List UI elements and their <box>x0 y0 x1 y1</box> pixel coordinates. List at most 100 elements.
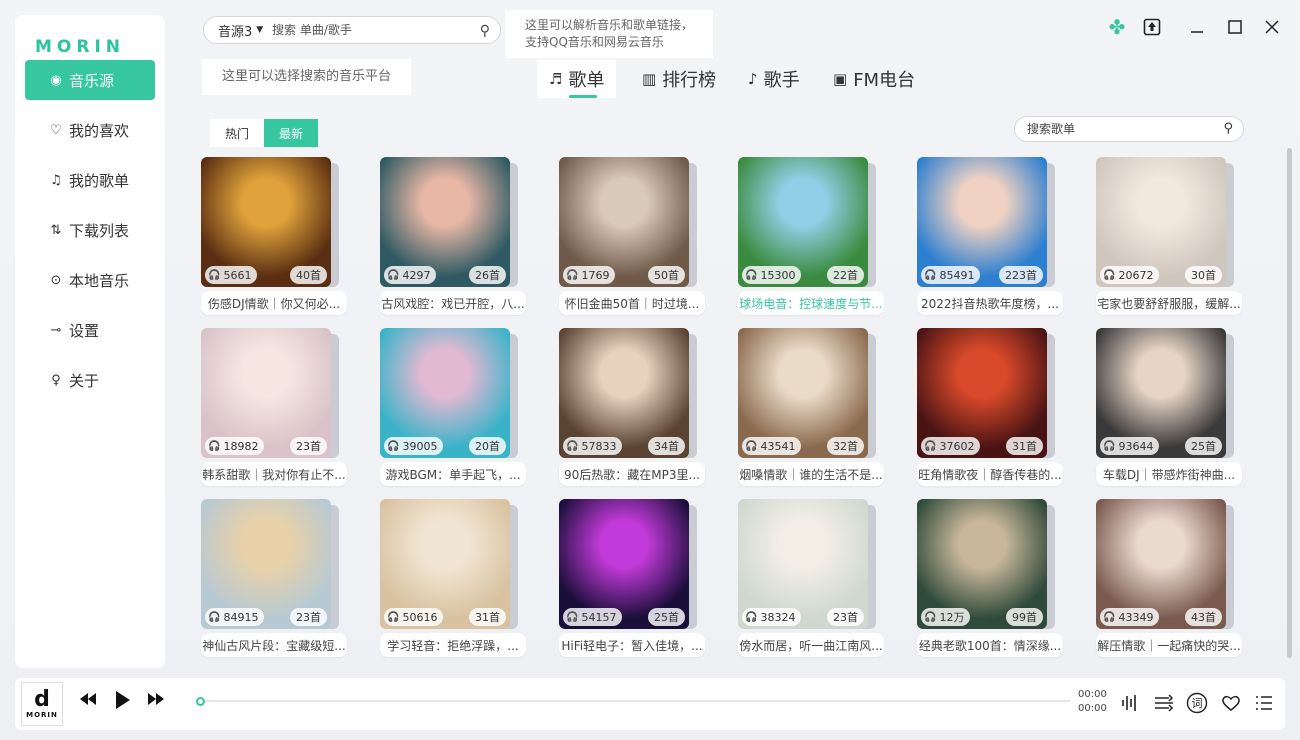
next-icon[interactable] <box>147 692 165 706</box>
playlist-cover[interactable]: 🎧 43541 32首 <box>738 328 868 458</box>
song-count-badge: 34首 <box>648 437 685 455</box>
playlist-title[interactable]: 2022抖音热歌年度榜，... <box>917 291 1063 315</box>
cover-wrap: 🎧 37602 31首 <box>917 328 1055 458</box>
playlist-cover[interactable]: 🎧 43349 43首 <box>1096 499 1226 629</box>
playlist-card[interactable]: 🎧 18982 23首 韩系甜歌｜我对你有止不... <box>201 328 347 486</box>
playlist-title[interactable]: 学习轻音：拒绝浮躁，... <box>380 633 526 657</box>
playlist-card[interactable]: 🎧 50616 31首 学习轻音：拒绝浮躁，... <box>380 499 526 657</box>
playlist-card[interactable]: 🎧 4297 26首 古风戏腔：戏已开腔，八... <box>380 157 526 315</box>
play-icon[interactable] <box>115 690 131 710</box>
search-icon[interactable]: ⚲ <box>480 23 490 39</box>
playlist-title[interactable]: 解压情歌｜一起痛快的哭... <box>1096 633 1242 657</box>
scrollbar[interactable] <box>1287 148 1292 658</box>
heart-icon[interactable] <box>1219 691 1243 715</box>
equalizer-icon[interactable] <box>1118 691 1142 715</box>
search-icon[interactable]: ⚲ <box>1223 121 1233 136</box>
playlist-card[interactable]: 🎧 15300 22首 球场电音：控球速度与节... <box>738 157 884 315</box>
mini-mode-icon[interactable] <box>1139 14 1165 40</box>
playlist-search-input[interactable] <box>1027 122 1207 136</box>
chevron-down-icon: ▼ <box>256 25 264 35</box>
playlist-title[interactable]: 车载DJ｜带感炸街神曲... <box>1096 462 1242 486</box>
playlist-title[interactable]: 神仙古风片段：宝藏级短... <box>201 633 347 657</box>
playlist-cover[interactable]: 🎧 20672 30首 <box>1096 157 1226 287</box>
parse-tip: 这里可以解析音乐和歌单链接， 支持QQ音乐和网易云音乐 <box>505 10 714 58</box>
play-count: 43349 <box>1118 610 1154 624</box>
playlist-title[interactable]: 烟嗓情歌｜谁的生活不是... <box>738 462 884 486</box>
sidebar-item-1[interactable]: ♡ 我的喜欢 <box>25 110 155 150</box>
progress-handle[interactable] <box>196 697 205 706</box>
playlist-cover[interactable]: 🎧 18982 23首 <box>201 328 331 458</box>
tab-2[interactable]: ♪ 歌手 <box>748 60 800 98</box>
playlist-cover[interactable]: 🎧 15300 22首 <box>738 157 868 287</box>
sidebar-item-4[interactable]: ⊙ 本地音乐 <box>25 260 155 300</box>
playlist-title[interactable]: 球场电音：控球速度与节... <box>738 291 884 315</box>
now-playing-cover[interactable]: d MORIN <box>21 682 63 726</box>
playlist-cover[interactable]: 🎧 93644 25首 <box>1096 328 1226 458</box>
playlist-cover[interactable]: 🎧 57833 34首 <box>559 328 689 458</box>
playlist-card[interactable]: 🎧 93644 25首 车载DJ｜带感炸街神曲... <box>1096 328 1242 486</box>
playlist-cover[interactable]: 🎧 5661 40首 <box>201 157 331 287</box>
sidebar-item-5[interactable]: ⊸ 设置 <box>25 310 155 350</box>
skin-icon[interactable]: ✤ <box>1104 14 1130 40</box>
playlist-title[interactable]: 经典老歌100首：情深缘... <box>917 633 1063 657</box>
sidebar-item-3[interactable]: ⇅ 下载列表 <box>25 210 155 250</box>
playlist-cover[interactable]: 🎧 38324 23首 <box>738 499 868 629</box>
tab-label: 歌手 <box>763 70 800 91</box>
playlist-cover[interactable]: 🎧 85491 223首 <box>917 157 1047 287</box>
playlist-card[interactable]: 🎧 84915 23首 神仙古风片段：宝藏级短... <box>201 499 347 657</box>
playlist-title[interactable]: 怀旧金曲50首｜时过境... <box>559 291 705 315</box>
playlist-icon[interactable] <box>1252 691 1276 715</box>
playlist-card[interactable]: 🎧 12万 99首 经典老歌100首：情深缘... <box>917 499 1063 657</box>
playlist-title[interactable]: HiFi轻电子：暂入佳境，... <box>559 633 705 657</box>
lyrics-icon[interactable]: 词 <box>1185 691 1209 715</box>
playlist-card[interactable]: 🎧 1769 50首 怀旧金曲50首｜时过境... <box>559 157 705 315</box>
play-mode-icon[interactable] <box>1152 691 1176 715</box>
playlist-cover[interactable]: 🎧 12万 99首 <box>917 499 1047 629</box>
playlist-card[interactable]: 🎧 85491 223首 2022抖音热歌年度榜，... <box>917 157 1063 315</box>
minimize-icon[interactable] <box>1184 14 1210 40</box>
filter-1[interactable]: 最新 <box>264 119 318 147</box>
close-icon[interactable] <box>1259 14 1285 40</box>
sidebar-item-0[interactable]: ◉ 音乐源 <box>25 60 155 100</box>
playlist-cover[interactable]: 🎧 4297 26首 <box>380 157 510 287</box>
playlist-title[interactable]: 90后热歌：藏在MP3里... <box>559 462 705 486</box>
playlist-card[interactable]: 🎧 5661 40首 伤感DJ情歌｜你又何必... <box>201 157 347 315</box>
playlist-cover[interactable]: 🎧 54157 25首 <box>559 499 689 629</box>
playlist-card[interactable]: 🎧 20672 30首 宅家也要舒舒服服，缓解... <box>1096 157 1242 315</box>
tab-1[interactable]: ▥ 排行榜 <box>642 60 716 98</box>
source-select[interactable]: 音源3 ▼ <box>204 21 272 40</box>
sidebar-item-2[interactable]: ♫ 我的歌单 <box>25 160 155 200</box>
song-count-badge: 31首 <box>469 608 506 626</box>
tab-3[interactable]: ▣ FM电台 <box>833 60 915 98</box>
maximize-icon[interactable] <box>1222 14 1248 40</box>
tab-0[interactable]: ♬ 歌单 <box>537 60 617 98</box>
playlist-card[interactable]: 🎧 37602 31首 旺角情歌夜｜醇香传巷的... <box>917 328 1063 486</box>
play-count: 84915 <box>223 610 259 624</box>
filter-0[interactable]: 热门 <box>210 119 264 147</box>
playlist-cover[interactable]: 🎧 84915 23首 <box>201 499 331 629</box>
playlist-card[interactable]: 🎧 54157 25首 HiFi轻电子：暂入佳境，... <box>559 499 705 657</box>
previous-icon[interactable] <box>79 692 97 706</box>
playlist-card[interactable]: 🎧 39005 20首 游戏BGM：单手起飞，... <box>380 328 526 486</box>
playlist-title[interactable]: 傍水而居，听一曲江南风... <box>738 633 884 657</box>
singer-icon: ♪ <box>748 70 758 88</box>
search-input[interactable] <box>272 23 457 37</box>
sidebar-item-label: 下载列表 <box>69 221 130 240</box>
playlist-card[interactable]: 🎧 43349 43首 解压情歌｜一起痛快的哭... <box>1096 499 1242 657</box>
playlist-card[interactable]: 🎧 38324 23首 傍水而居，听一曲江南风... <box>738 499 884 657</box>
playlist-cover[interactable]: 🎧 50616 31首 <box>380 499 510 629</box>
playlist-cover[interactable]: 🎧 39005 20首 <box>380 328 510 458</box>
playlist-title[interactable]: 旺角情歌夜｜醇香传巷的... <box>917 462 1063 486</box>
playlist-cover[interactable]: 🎧 37602 31首 <box>917 328 1047 458</box>
progress-track[interactable] <box>200 700 1070 702</box>
playlist-title[interactable]: 伤感DJ情歌｜你又何必... <box>201 291 347 315</box>
sidebar-item-6[interactable]: ♀ 关于 <box>25 360 155 400</box>
playlist-title[interactable]: 宅家也要舒舒服服，缓解... <box>1096 291 1242 315</box>
playlist-cover[interactable]: 🎧 1769 50首 <box>559 157 689 287</box>
playlist-card[interactable]: 🎧 57833 34首 90后热歌：藏在MP3里... <box>559 328 705 486</box>
playlist-title[interactable]: 游戏BGM：单手起飞，... <box>380 462 526 486</box>
playlist-title[interactable]: 古风戏腔：戏已开腔，八... <box>380 291 526 315</box>
heart-icon: ♡ <box>50 122 62 138</box>
playlist-card[interactable]: 🎧 43541 32首 烟嗓情歌｜谁的生活不是... <box>738 328 884 486</box>
playlist-title[interactable]: 韩系甜歌｜我对你有止不... <box>201 462 347 486</box>
